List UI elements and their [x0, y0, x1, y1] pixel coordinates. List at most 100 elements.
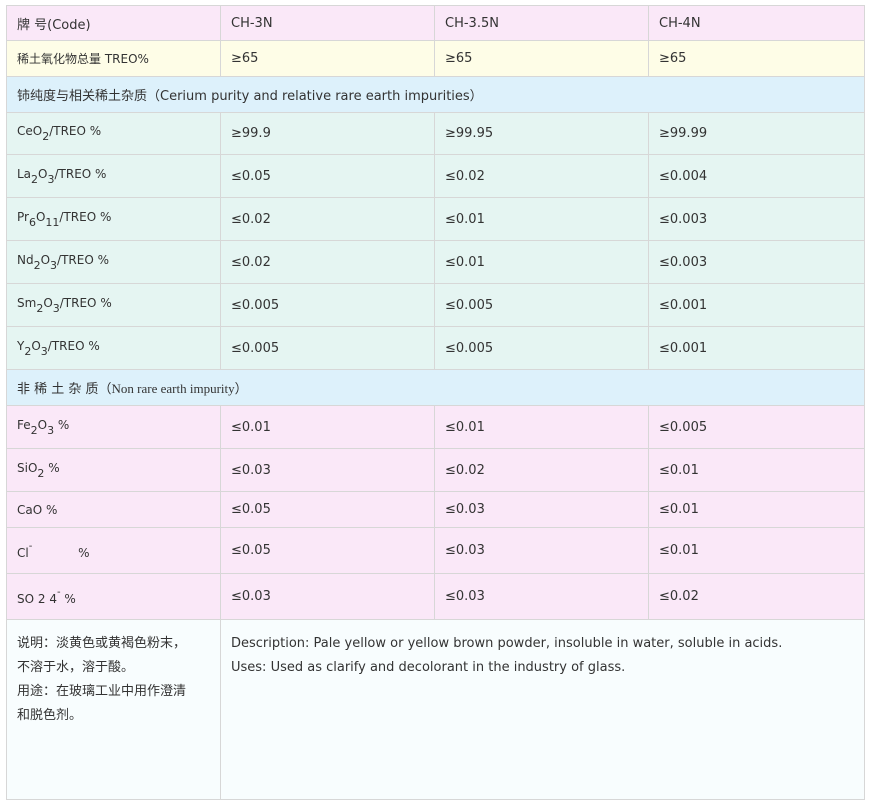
- notes-cn-line: 说明：淡黄色或黄褐色粉末，: [17, 636, 187, 651]
- formula-part: CaO %: [17, 502, 58, 517]
- value-ch-4n: ≤0.001: [648, 326, 865, 370]
- notes-row: 说明：淡黄色或黄褐色粉末， 不溶于水，溶于酸。 用途：在玻璃工业中用作澄清 和脱…: [6, 619, 865, 800]
- spec-row: CeO2/TREO % ≥99.9 ≥99.95 ≥99.99: [6, 112, 865, 155]
- formula-part: CeO: [17, 124, 43, 138]
- formula-part: La: [17, 166, 32, 181]
- formula-part: Cl: [17, 546, 29, 560]
- formula-part: O: [43, 295, 53, 310]
- formula-part: /TREO %: [59, 295, 112, 310]
- formula-part: %: [32, 546, 90, 560]
- value-ch-3n: ≤0.03: [220, 573, 435, 620]
- notes-en-description: Description: Pale yellow or yellow brown…: [231, 636, 783, 651]
- formula-part: Sm: [17, 295, 37, 310]
- value-ch-4n: ≤0.003: [648, 197, 865, 241]
- header-row: 牌 号(Code) CH-3N CH-3.5N CH-4N: [6, 5, 865, 41]
- formula-part: /TREO %: [57, 252, 110, 267]
- formula-label: CaO %: [6, 491, 221, 528]
- value-ch-4n: ≥99.99: [648, 112, 865, 155]
- treo-row: 稀土氧化物总量 TREO% ≥65 ≥65 ≥65: [6, 40, 865, 77]
- spec-row: SO 2 4- % ≤0.03 ≤0.03 ≤0.02: [6, 573, 865, 620]
- section-rare-earth-impurities: 铈纯度与相关稀土杂质（Cerium purity and relative ra…: [6, 76, 865, 113]
- formula-part: 3: [52, 301, 60, 315]
- formula-part: %: [54, 417, 70, 432]
- spec-row: Pr6O11/TREO % ≤0.02 ≤0.01 ≤0.003: [6, 197, 865, 241]
- spec-row: Sm2O3/TREO % ≤0.005 ≤0.005 ≤0.001: [6, 283, 865, 327]
- formula-part: 2: [31, 172, 39, 186]
- notes-cn-line: 和脱色剂。: [17, 708, 83, 723]
- value-ch-3-5n: ≥99.95: [434, 112, 649, 155]
- formula-part: Pr: [17, 209, 29, 224]
- value-ch-3-5n: ≤0.03: [434, 573, 649, 620]
- treo-label: 稀土氧化物总量 TREO%: [6, 40, 221, 77]
- value-ch-3n: ≤0.05: [220, 491, 435, 528]
- formula-label: Y2O3/TREO %: [6, 326, 221, 370]
- formula-part: /TREO %: [59, 209, 112, 224]
- value-ch-4n: ≤0.001: [648, 283, 865, 327]
- formula-label: Fe2O3 %: [6, 405, 221, 449]
- value-ch-3n: ≤0.05: [220, 154, 435, 198]
- spec-row: SiO2 % ≤0.03 ≤0.02 ≤0.01: [6, 448, 865, 492]
- formula-part: O: [37, 417, 48, 432]
- formula-label: La2O3/TREO %: [6, 154, 221, 198]
- value-ch-3n: ≥99.9: [220, 112, 435, 155]
- notes-cn-line: 用途：在玻璃工业中用作澄清: [17, 684, 187, 699]
- notes-cn-line: 不溶于水，溶于酸。: [17, 660, 135, 675]
- value-ch-4n: ≤0.004: [648, 154, 865, 198]
- section-title-rare-earth: 铈纯度与相关稀土杂质（Cerium purity and relative ra…: [6, 76, 865, 113]
- formula-part: /TREO %: [54, 166, 107, 181]
- formula-part: O: [40, 252, 51, 267]
- formula-part: SO 2 4: [17, 592, 57, 606]
- value-ch-4n: ≤0.003: [648, 240, 865, 284]
- value-ch-3n: ≤0.01: [220, 405, 435, 449]
- spec-row: La2O3/TREO % ≤0.05 ≤0.02 ≤0.004: [6, 154, 865, 198]
- section-title-non-rare-earth: 非 稀 土 杂 质（Non rare earth impurity）: [6, 369, 865, 406]
- value-ch-3n: ≤0.005: [220, 283, 435, 327]
- spec-row: CaO % ≤0.05 ≤0.03 ≤0.01: [6, 491, 865, 528]
- formula-label: SO 2 4- %: [6, 573, 221, 620]
- notes-cn: 说明：淡黄色或黄褐色粉末， 不溶于水，溶于酸。 用途：在玻璃工业中用作澄清 和脱…: [6, 619, 221, 800]
- spec-row: Cl- % ≤0.05 ≤0.03 ≤0.01: [6, 527, 865, 574]
- value-ch-3-5n: ≤0.005: [434, 283, 649, 327]
- grade-ch-3n: CH-3N: [220, 5, 435, 41]
- formula-part: 6: [28, 215, 36, 229]
- spec-row: Y2O3/TREO % ≤0.005 ≤0.005 ≤0.001: [6, 326, 865, 370]
- formula-part: O: [35, 209, 46, 224]
- notes-en-uses: Uses: Used as clarify and decolorant in …: [231, 660, 626, 675]
- formula-part: %: [44, 460, 60, 475]
- product-spec-table: 牌 号(Code) CH-3N CH-3.5N CH-4N 稀土氧化物总量 TR…: [6, 5, 865, 800]
- value-ch-4n: ≤0.01: [648, 527, 865, 574]
- formula-part: Nd: [17, 252, 34, 267]
- treo-value-ch-3n: ≥65: [220, 40, 435, 77]
- value-ch-4n: ≤0.01: [648, 491, 865, 528]
- formula-label: Cl- %: [6, 527, 221, 574]
- formula-part: %: [60, 592, 76, 606]
- code-label: 牌 号(Code): [6, 5, 221, 41]
- treo-value-ch-4n: ≥65: [648, 40, 865, 77]
- formula-label: Nd2O3/TREO %: [6, 240, 221, 284]
- formula-part: 2: [30, 423, 38, 437]
- value-ch-3-5n: ≤0.01: [434, 240, 649, 284]
- value-ch-3-5n: ≤0.03: [434, 527, 649, 574]
- formula-part: 3: [47, 172, 55, 186]
- grade-ch-4n: CH-4N: [648, 5, 865, 41]
- notes-en: Description: Pale yellow or yellow brown…: [220, 619, 865, 800]
- formula-part: 11: [45, 215, 60, 229]
- formula-part: Fe: [17, 417, 31, 432]
- value-ch-3-5n: ≤0.02: [434, 154, 649, 198]
- value-ch-4n: ≤0.02: [648, 573, 865, 620]
- value-ch-3-5n: ≤0.03: [434, 491, 649, 528]
- value-ch-3-5n: ≤0.02: [434, 448, 649, 492]
- spec-row: Nd2O3/TREO % ≤0.02 ≤0.01 ≤0.003: [6, 240, 865, 284]
- section-non-rare-earth: 非 稀 土 杂 质（Non rare earth impurity）: [6, 369, 865, 406]
- spec-row: Fe2O3 % ≤0.01 ≤0.01 ≤0.005: [6, 405, 865, 449]
- formula-label: SiO2 %: [6, 448, 221, 492]
- value-ch-3n: ≤0.05: [220, 527, 435, 574]
- value-ch-4n: ≤0.005: [648, 405, 865, 449]
- formula-label: Pr6O11/TREO %: [6, 197, 221, 241]
- section-title-en: （Non rare earth impurity）: [98, 381, 248, 396]
- formula-part: 2: [33, 258, 41, 272]
- value-ch-3-5n: ≤0.01: [434, 197, 649, 241]
- formula-part: 3: [40, 344, 48, 358]
- grade-ch-3-5n: CH-3.5N: [434, 5, 649, 41]
- formula-part: SiO: [17, 460, 38, 475]
